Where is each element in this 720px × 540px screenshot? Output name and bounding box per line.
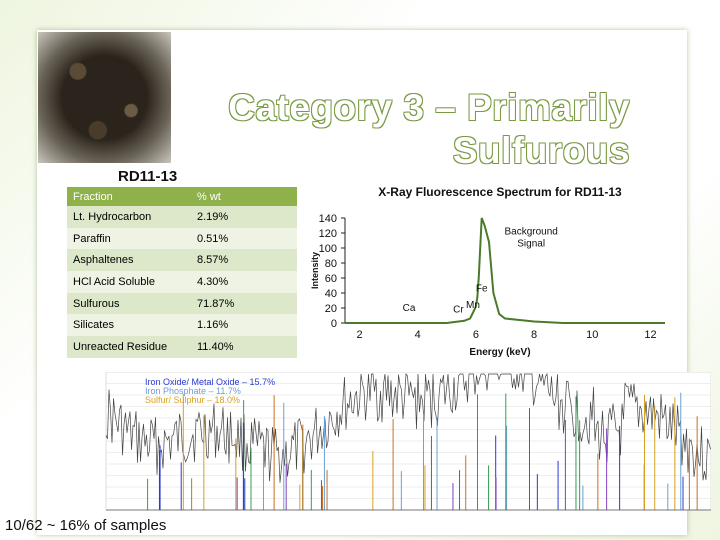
table-row: Paraffin 0.51% [67,227,297,250]
fraction-value: 8.57% [191,249,297,272]
x-tick-label: 2 [356,329,362,341]
fraction-name: HCl Acid Soluble [67,271,191,293]
fraction-table: Fraction % wt Lt. Hydrocarbon 2.19% Paraff… [67,187,297,358]
y-tick-label: 40 [325,288,337,300]
title-line-1: Category 3 – Primarily [228,87,630,128]
slide-title: Category 3 – Primarily Sulfurous [228,86,630,172]
table-body: Lt. Hydrocarbon 2.19% Paraffin 0.51% Asphalt… [67,206,297,358]
y-tick-label: 100 [319,243,337,255]
x-tick-label: 12 [644,329,656,341]
fraction-name: Lt. Hydrocarbon [67,206,191,228]
x-tick-label: 4 [415,329,421,341]
title-line-2: Sulfurous [452,130,630,171]
sample-photo [38,32,171,163]
fraction-name: Unreacted Residue [67,336,191,358]
fraction-value: 4.30% [191,271,297,293]
table-row: Unreacted Residue 11.40% [67,336,297,358]
table-row: Sulfurous 71.87% [67,292,297,315]
legend-entry: Sulfur/ Sulphur – 18.0% [145,395,240,405]
y-tick-label: 60 [325,273,337,285]
peak-annotation: Mn [466,300,480,311]
table-row: Lt. Hydrocarbon 2.19% [67,206,297,228]
xrf-spectrum-chart: X-Ray Fluorescence Spectrum for RD11-13 0… [310,185,665,358]
table-header-row: Fraction % wt [67,187,297,206]
y-tick-label: 80 [325,258,337,270]
fraction-value: 71.87% [191,292,297,315]
fraction-value: 2.19% [191,206,297,228]
x-tick-label: 6 [473,329,479,341]
fraction-name: Sulfurous [67,292,191,315]
xrf-chart-title: X-Ray Fluorescence Spectrum for RD11-13 [378,185,622,199]
fraction-name: Paraffin [67,227,191,250]
fraction-value: 1.16% [191,314,297,337]
y-tick-label: 0 [331,318,337,330]
fraction-name: Asphaltenes [67,249,191,272]
x-tick-label: 8 [531,329,537,341]
second-spectrum-chart: Iron Oxide/ Metal Oxide – 15.7%Iron Phos… [105,372,711,511]
header-fraction: Fraction [67,187,191,206]
peak-annotation: Ca [403,303,416,314]
x-axis-label: Energy (keV) [469,347,530,358]
peak-annotation: Fe [476,284,488,295]
y-tick-label: 140 [319,213,337,225]
table-row: Asphaltenes 8.57% [67,249,297,272]
y-tick-label: 20 [325,303,337,315]
y-axis-label: Intensity [310,252,320,289]
sample-id-label: RD11-13 [118,168,178,185]
samples-note: 10/62 ~ 16% of samples [5,517,167,534]
y-tick-label: 120 [319,228,337,240]
table-row: HCl Acid Soluble 4.30% [67,271,297,293]
fraction-value: 11.40% [191,336,297,358]
fraction-value: 0.51% [191,227,297,250]
x-tick-label: 10 [586,329,598,341]
peak-annotation: Background Signal [504,227,557,250]
fraction-name: Silicates [67,314,191,337]
header-wt: % wt [191,187,297,206]
table-row: Silicates 1.16% [67,314,297,337]
peak-annotation: Cr [453,305,464,316]
